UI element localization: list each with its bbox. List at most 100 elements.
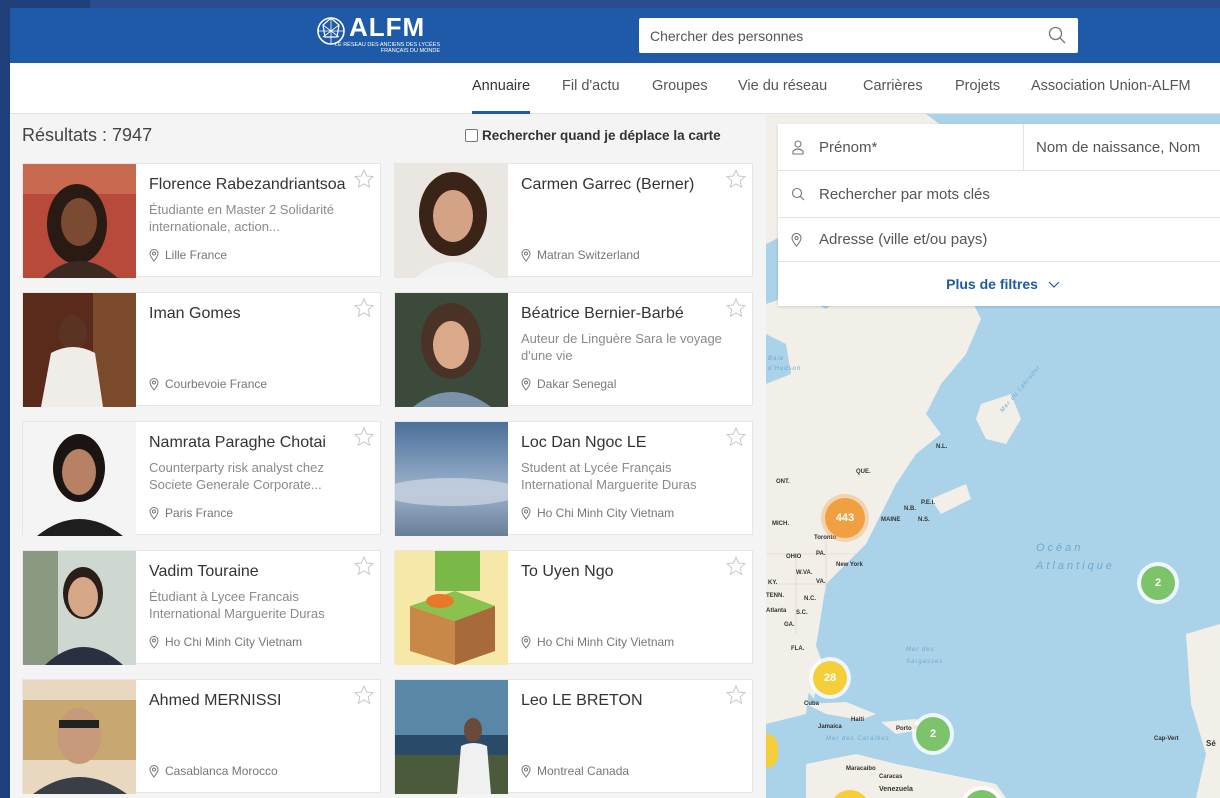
- map-cluster[interactable]: 2: [916, 717, 950, 751]
- person-name[interactable]: Carmen Garrec (Berner): [521, 176, 694, 194]
- map-label-nb: N.B.: [904, 506, 916, 512]
- map-label-fla: FLA.: [791, 646, 805, 652]
- map-cluster[interactable]: 2: [1141, 566, 1175, 600]
- location-pin-icon: [791, 233, 802, 247]
- favorite-star-icon[interactable]: [353, 555, 375, 577]
- map-label-ns: N.S.: [918, 517, 930, 523]
- window-frame: [0, 0, 10, 798]
- search-filters: Prénom* Nom de naissance, Nom Rechercher…: [778, 124, 1220, 306]
- favorite-star-icon[interactable]: [725, 555, 747, 577]
- map-move-search-toggle[interactable]: Rechercher quand je déplace la carte: [465, 128, 721, 143]
- results-map[interactable]: N.L. QUE. ONT. MAINE N.B. P.E.I. N.S. MI…: [766, 114, 1220, 798]
- map-move-label: Rechercher quand je déplace la carte: [482, 128, 721, 143]
- person-location: Courbevoie France: [149, 377, 267, 391]
- person-card[interactable]: Namrata Paraghe Chotai Counterparty risk…: [22, 421, 381, 536]
- top-bar: ALFM LE RÉSEAU DES ANCIENS DES LYCÉES FR…: [10, 8, 1220, 63]
- person-card[interactable]: Vadim Touraine Étudiant à Lycee Francais…: [22, 550, 381, 665]
- alfm-logo[interactable]: ALFM LE RÉSEAU DES ANCIENS DES LYCÉES FR…: [315, 12, 445, 57]
- profile-photo[interactable]: [23, 422, 136, 536]
- profile-photo[interactable]: [395, 422, 508, 536]
- last-name-input[interactable]: Nom de naissance, Nom: [1036, 124, 1200, 171]
- person-location-text: Dakar Senegal: [537, 377, 617, 391]
- map-label-sargasso: Mer des Sargasses: [906, 647, 944, 665]
- person-name[interactable]: Florence Rabezandriantsoa: [149, 176, 346, 194]
- person-card[interactable]: Carmen Garrec (Berner) Matran Switzerlan…: [394, 163, 753, 278]
- person-location-text: Matran Switzerland: [537, 248, 640, 262]
- people-search-input[interactable]: [639, 18, 1039, 53]
- keywords-input[interactable]: Rechercher par mots clés: [819, 171, 990, 218]
- profile-photo[interactable]: [395, 164, 508, 278]
- map-label-jamaica: Jamaica: [818, 724, 842, 730]
- person-card[interactable]: Loc Dan Ngoc LE Student at Lycée Françai…: [394, 421, 753, 536]
- more-filters-button[interactable]: Plus de filtres: [778, 262, 1220, 306]
- map-label-toronto: Toronto: [814, 535, 837, 541]
- profile-photo[interactable]: [23, 293, 136, 407]
- person-location-text: Ho Chi Minh City Vietnam: [537, 635, 675, 649]
- person-name[interactable]: Loc Dan Ngoc LE: [521, 434, 646, 452]
- location-pin-icon: [149, 635, 159, 649]
- favorite-star-icon[interactable]: [353, 684, 375, 706]
- nav-fil-actu[interactable]: Fil d'actu: [562, 63, 620, 114]
- favorite-star-icon[interactable]: [353, 297, 375, 319]
- profile-photo[interactable]: [395, 293, 508, 407]
- person-description: Auteur de Linguère Sara le voyage d'une …: [521, 331, 722, 363]
- person-card[interactable]: Ahmed MERNISSI Casablanca Morocco: [22, 679, 381, 794]
- nav-annuaire[interactable]: Annuaire: [472, 63, 531, 114]
- person-name[interactable]: Vadim Touraine: [149, 563, 259, 581]
- person-location: Montreal Canada: [521, 764, 629, 778]
- favorite-star-icon[interactable]: [353, 426, 375, 448]
- profile-photo[interactable]: [23, 551, 136, 665]
- person-card[interactable]: Florence Rabezandriantsoa Étudiante en M…: [22, 163, 381, 278]
- person-card[interactable]: Iman Gomes Courbevoie France: [22, 292, 381, 407]
- map-label-se: Sé: [1206, 739, 1216, 748]
- person-name[interactable]: Leo LE BRETON: [521, 692, 643, 710]
- person-location: Dakar Senegal: [521, 377, 616, 391]
- nav-groupes[interactable]: Groupes: [652, 63, 708, 114]
- profile-photo[interactable]: [395, 680, 508, 794]
- map-label-caribbean: Mer des Caraïbes: [826, 736, 890, 742]
- more-filters-label: Plus de filtres: [946, 276, 1038, 292]
- map-cluster[interactable]: 443: [825, 498, 865, 538]
- profile-photo[interactable]: [395, 551, 508, 665]
- person-location: Lille France: [149, 248, 227, 262]
- nav-carrieres[interactable]: Carrières: [863, 63, 923, 114]
- person-card[interactable]: To Uyen Ngo Ho Chi Minh City Vietnam: [394, 550, 753, 665]
- favorite-star-icon[interactable]: [725, 297, 747, 319]
- person-name[interactable]: To Uyen Ngo: [521, 563, 614, 581]
- map-label-ny: New York: [836, 562, 863, 568]
- person-card[interactable]: Leo LE BRETON Montreal Canada: [394, 679, 753, 794]
- person-name[interactable]: Namrata Paraghe Chotai: [149, 434, 326, 452]
- favorite-star-icon[interactable]: [725, 426, 747, 448]
- map-label-caracas: Caracas: [879, 774, 903, 780]
- first-name-input[interactable]: Prénom*: [819, 124, 877, 171]
- search-icon[interactable]: [1048, 26, 1066, 44]
- name-filter-row: Prénom* Nom de naissance, Nom: [778, 124, 1220, 171]
- nav-projets[interactable]: Projets: [955, 63, 1000, 114]
- person-card[interactable]: Béatrice Bernier-Barbé Auteur de Linguèr…: [394, 292, 753, 407]
- favorite-star-icon[interactable]: [725, 684, 747, 706]
- profile-photo[interactable]: [23, 680, 136, 794]
- person-name[interactable]: Iman Gomes: [149, 305, 241, 323]
- people-search: [639, 18, 1078, 53]
- address-filter-row[interactable]: Adresse (ville et/ou pays): [778, 218, 1220, 262]
- map-label-ocean: Océan Atlantique: [1036, 542, 1115, 572]
- map-move-checkbox[interactable]: [465, 129, 478, 142]
- keywords-filter-row[interactable]: Rechercher par mots clés: [778, 171, 1220, 218]
- person-location-text: Montreal Canada: [537, 764, 630, 778]
- map-label-que: QUE.: [856, 469, 871, 475]
- person-name[interactable]: Ahmed MERNISSI: [149, 692, 281, 710]
- person-name[interactable]: Béatrice Bernier-Barbé: [521, 305, 684, 323]
- location-pin-icon: [149, 377, 159, 391]
- address-input[interactable]: Adresse (ville et/ou pays): [819, 218, 987, 262]
- profile-photo[interactable]: [23, 164, 136, 278]
- location-pin-icon: [521, 635, 531, 649]
- favorite-star-icon[interactable]: [353, 168, 375, 190]
- favorite-star-icon[interactable]: [725, 168, 747, 190]
- map-label-mich: MICH.: [772, 521, 789, 527]
- chevron-down-icon: [1048, 281, 1060, 288]
- nav-vie-du-reseau[interactable]: Vie du réseau: [738, 63, 827, 114]
- map-cluster[interactable]: 28: [813, 661, 847, 695]
- location-pin-icon: [521, 377, 531, 391]
- nav-association[interactable]: Association Union-ALFM: [1031, 63, 1191, 114]
- map-label-maracaibo: Maracaibo: [846, 766, 876, 772]
